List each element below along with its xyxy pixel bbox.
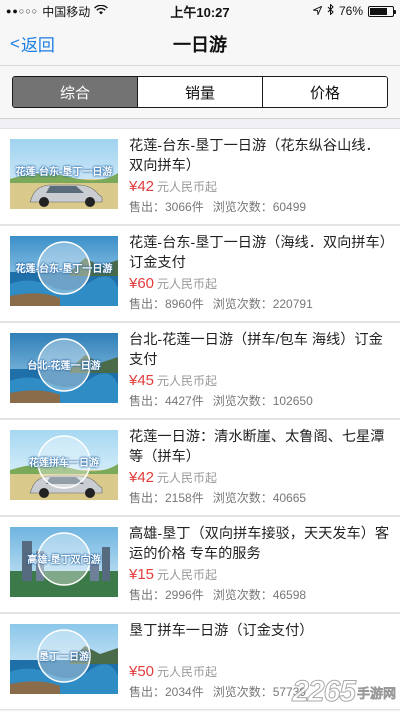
price-unit: 元人民币起: [157, 665, 218, 679]
view-count: 浏览次数：40665: [212, 491, 307, 505]
tour-thumbnail: 高雄-垦丁双向游: [10, 527, 118, 597]
watermark-logo: 2265 手游网: [292, 675, 397, 709]
battery-icon: [368, 5, 396, 17]
tour-stats: 售出：4427件 浏览次数：102650: [129, 392, 390, 409]
list-item[interactable]: 高雄-垦丁双向游 高雄-垦丁（双向拼车接驳，天天发车）客运的价格 专车的服务 ¥15…: [0, 516, 400, 613]
location-icon: [311, 4, 323, 18]
tab-overall[interactable]: 综合: [13, 77, 137, 107]
list-item[interactable]: 花莲-台东-垦丁一日游 花莲-台东-垦丁一日游（花东纵谷山线．双向拼车） ¥42 元人…: [0, 128, 400, 225]
thumbnail-caption: 台北-花莲一日游: [27, 361, 101, 372]
view-count: 浏览次数：60499: [212, 200, 307, 214]
nav-bar: < 返回 一日游: [0, 22, 400, 66]
tour-stats: 售出：8960件 浏览次数：220791: [129, 295, 390, 312]
tour-price: ¥15: [129, 566, 155, 583]
sold-count: 售出：4427件: [129, 394, 204, 408]
price-unit: 元人民币起: [157, 277, 218, 291]
price-unit: 元人民币起: [157, 568, 218, 582]
view-count: 浏览次数：220791: [212, 297, 313, 311]
tour-title: 花莲-台东-垦丁一日游（花东纵谷山线．双向拼车）: [129, 138, 380, 174]
page-title: 一日游: [173, 34, 227, 55]
price-unit: 元人民币起: [157, 471, 218, 485]
back-label: 返回: [20, 36, 55, 55]
tab-price[interactable]: 价格: [262, 77, 387, 107]
back-button[interactable]: < 返回: [0, 31, 55, 56]
tab-sales[interactable]: 销量: [137, 77, 262, 107]
list-item[interactable]: 花莲-台东-垦丁一日游 花莲-台东-垦丁一日游（海线．双向拼车）订金支付 ¥60 元人…: [0, 225, 400, 322]
thumbnail-caption: 花莲-台东-垦丁一日游: [15, 167, 113, 178]
price-unit: 元人民币起: [157, 180, 218, 194]
view-count: 浏览次数：102650: [212, 394, 313, 408]
thumbnail-caption: 花莲-台东-垦丁一日游: [15, 264, 113, 275]
tour-stats: 售出：3066件 浏览次数：60499: [129, 198, 390, 215]
sold-count: 售出：8960件: [129, 297, 204, 311]
tour-price: ¥42: [129, 178, 155, 195]
list-item[interactable]: 台北-花莲一日游 台北-花莲一日游（拼车/包车 海线）订金支付 ¥45 元人民币起售出…: [0, 322, 400, 419]
tour-price: ¥45: [129, 372, 155, 389]
thumbnail-caption: 高雄-垦丁双向游: [27, 555, 101, 566]
bluetooth-icon: [327, 3, 334, 18]
tour-thumbnail: 垦丁一日游: [10, 624, 118, 694]
tour-stats: 售出：2158件 浏览次数：40665: [129, 489, 390, 506]
tour-title: 垦丁拼车一日游（订金支付）: [129, 623, 314, 639]
tour-thumbnail: 花莲-台东-垦丁一日游: [10, 236, 118, 306]
sold-count: 售出：2158件: [129, 491, 204, 505]
tour-title: 台北-花莲一日游（拼车/包车 海线）订金支付: [129, 332, 383, 368]
tour-title: 花莲一日游：清水断崖、太鲁阁、七星潭等（拼车）: [129, 429, 385, 465]
battery-percent: 76%: [338, 4, 363, 18]
tour-title: 花莲-台东-垦丁一日游（海线．双向拼车）订金支付: [129, 235, 387, 271]
sold-count: 售出：2996件: [129, 588, 204, 602]
tour-title: 高雄-垦丁（双向拼车接驳，天天发车）客运的价格 专车的服务: [129, 526, 390, 562]
product-list: 花莲-台东-垦丁一日游 花莲-台东-垦丁一日游（花东纵谷山线．双向拼车） ¥42 元人…: [0, 128, 400, 710]
chevron-left-icon: <: [10, 33, 20, 53]
thumbnail-caption: 垦丁一日游: [39, 652, 89, 663]
sort-tabs: 综合 销量 价格: [12, 76, 388, 108]
tour-thumbnail: 花莲拼车一日游: [10, 430, 118, 500]
sold-count: 售出：3066件: [129, 200, 204, 214]
tour-price: ¥60: [129, 275, 155, 292]
sort-tabs-container: 综合 销量 价格: [0, 66, 400, 119]
tour-thumbnail: 花莲-台东-垦丁一日游: [10, 139, 118, 209]
watermark-number: 2265: [292, 675, 357, 709]
carrier-label: 中国移动: [42, 4, 91, 19]
sold-count: 售出：2034件: [129, 685, 204, 699]
view-count: 浏览次数：46598: [212, 588, 307, 602]
list-item[interactable]: 花莲拼车一日游 花莲一日游：清水断崖、太鲁阁、七星潭等（拼车） ¥42 元人民币起售出…: [0, 419, 400, 516]
thumbnail-caption: 花莲拼车一日游: [29, 458, 99, 469]
price-unit: 元人民币起: [157, 374, 218, 388]
watermark-text: 手游网: [356, 685, 397, 701]
tour-price: ¥50: [129, 663, 155, 680]
signal-icon: ●●○○○: [6, 6, 39, 16]
tour-stats: 售出：2996件 浏览次数：46598: [129, 586, 390, 603]
wifi-icon: [94, 4, 109, 18]
status-bar: ●●○○○ 中国移动 上午10:27 76%: [0, 0, 400, 22]
tour-thumbnail: 台北-花莲一日游: [10, 333, 118, 403]
tour-price: ¥42: [129, 469, 155, 486]
